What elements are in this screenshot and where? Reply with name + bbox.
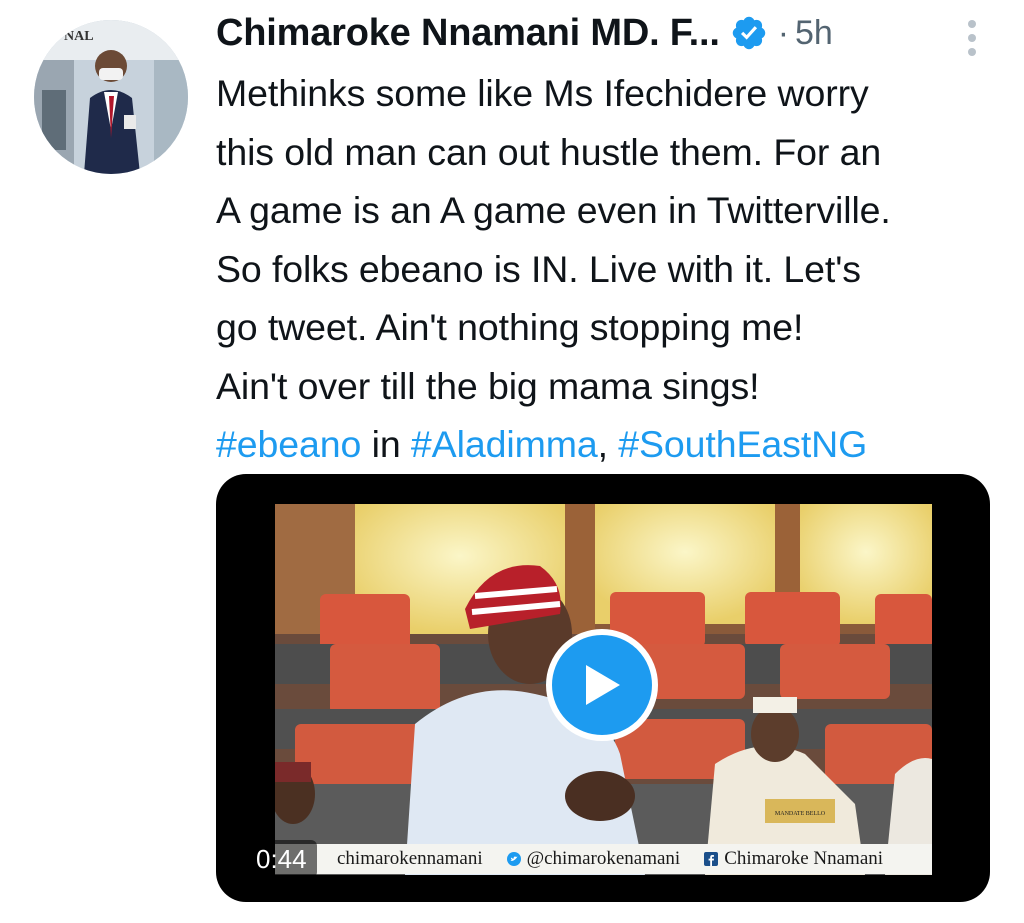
banner-twitter-handle: @chimarokenamani (526, 848, 681, 869)
tweet-line: So folks ebeano is IN. Live with it. Let… (216, 247, 861, 290)
video-duration: 0:44 (246, 840, 317, 878)
play-icon (586, 665, 620, 705)
avatar-photo: NAL (34, 20, 188, 174)
banner-facebook-name: Chimaroke Nnamani (724, 848, 884, 869)
tweet-line: Ain't over till the big mama sings! (216, 364, 760, 407)
facebook-icon (704, 852, 719, 866)
hashtag-southeastng[interactable]: #SouthEastNG (618, 423, 867, 465)
author-avatar[interactable]: NAL (34, 20, 188, 174)
author-name[interactable]: Chimaroke Nnamani MD. F... (216, 12, 720, 55)
tweet-text: Methinks some like Ms Ifechidere worry t… (216, 64, 1006, 474)
channel-banner: chimarokennamani @chimarokenamani Chimar… (275, 844, 932, 874)
hashtag-aladimma[interactable]: #Aladimma (411, 423, 598, 465)
verified-badge-icon (730, 14, 768, 52)
tweet-line: A game is an A game even in Twitterville… (216, 189, 891, 231)
more-options-icon[interactable] (964, 18, 980, 58)
video-player[interactable]: MANDATE BELLO chimarokennamani @chimarok… (216, 474, 990, 902)
tweet-line: Methinks some like Ms Ifechidere worry (216, 72, 869, 114)
separator-dot: · (777, 13, 790, 52)
tweet-header: Chimaroke Nnamani MD. F... · 5h (216, 8, 986, 58)
tweet-hashtag-line: #ebeano in #Aladimma, #SouthEastNG (216, 415, 1006, 474)
play-button[interactable] (546, 629, 658, 741)
banner-handle: chimarokennamani (337, 848, 483, 870)
tweet-line: this old man can out hustle them. For an (216, 130, 882, 173)
svg-text:NAL: NAL (64, 29, 94, 44)
banner-handle-text: chimarokennamani (337, 848, 483, 869)
banner-facebook: Chimaroke Nnamani (704, 848, 883, 870)
hashtag-ebeano[interactable]: #ebeano (216, 423, 361, 465)
twitter-icon (506, 852, 521, 866)
tweet-line: go tweet. Ain't nothing stopping me! (216, 306, 804, 348)
text-comma: , (597, 423, 619, 465)
svg-text:MANDATE BELLO: MANDATE BELLO (775, 811, 826, 817)
text-in: in (361, 423, 411, 465)
banner-twitter: @chimarokenamani (506, 848, 681, 870)
tweet-timestamp[interactable]: 5h (795, 14, 833, 53)
